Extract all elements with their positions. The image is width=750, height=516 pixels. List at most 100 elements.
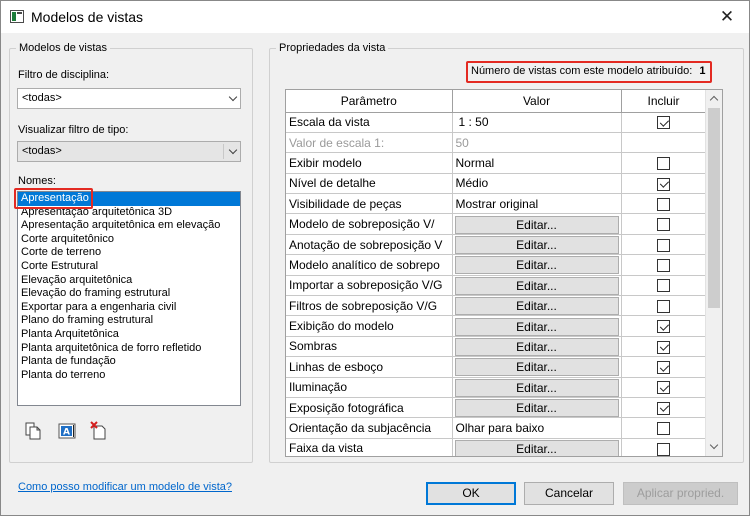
edit-button[interactable]: Editar... [454,378,619,397]
list-item[interactable]: Plano do framing estrutural [18,314,240,328]
view-properties-legend: Propriedades da vista [279,42,386,54]
table-row: Anotação de sobreposição V Editar... [286,233,707,256]
delete-button[interactable] [89,421,109,441]
include-checkbox[interactable] [657,320,670,334]
properties-table: Parâmetro Valor Incluir Escala da vista 1… [286,90,707,456]
edit-button[interactable]: Editar... [454,317,619,336]
list-item[interactable]: Planta do terreno [18,369,240,383]
list-item[interactable]: Elevação arquitetônica [18,274,240,288]
include-cell [620,396,707,419]
vertical-scrollbar[interactable] [705,90,722,456]
properties-grid: Parâmetro Valor Incluir Escala da vista 1… [285,89,723,457]
include-checkbox[interactable] [657,401,670,415]
table-row: Filtros de sobreposição V/G Editar... [286,295,707,317]
list-item[interactable]: Elevação do framing estrutural [18,287,240,301]
include-checkbox[interactable] [657,299,670,313]
edit-button[interactable]: Editar... [454,399,619,417]
list-item[interactable]: Corte arquitetônico [18,233,240,247]
table-row: Modelo analítico de sobrepo Editar... [286,254,707,276]
scroll-down-icon[interactable] [706,439,722,455]
names-listbox[interactable]: Apresentação Apresentação arquitetônica 3… [17,191,241,406]
parameter-name: Filtros de sobreposição V/G [286,295,453,317]
value-cell: Editar... [451,254,622,276]
assigned-views-label: Número de vistas com este modelo atribuí… [471,65,693,77]
include-checkbox[interactable] [657,157,670,171]
include-cell [620,213,707,235]
window-title: Modelos de vistas [31,9,144,25]
column-header-include[interactable]: Incluir [620,90,707,113]
discipline-filter-value: <todas> [22,92,62,104]
list-item[interactable]: Apresentação [18,192,240,206]
help-link[interactable]: Como posso modificar um modelo de vista? [18,481,232,493]
list-item[interactable]: Planta Arquitetônica [18,328,240,342]
value-cell[interactable]: Mostrar original [451,193,622,215]
edit-button[interactable]: Editar... [454,276,619,295]
list-item[interactable]: Apresentação arquitetônica em elevação [18,219,240,233]
type-filter-value: <todas> [22,145,62,157]
include-checkbox[interactable] [657,197,670,211]
value-cell[interactable]: 1 : 50 [451,111,622,133]
include-checkbox[interactable] [657,218,670,232]
list-item[interactable]: Planta de fundação [18,355,240,369]
value-cell: Editar... [451,315,622,337]
include-checkbox[interactable] [657,422,670,436]
include-cell [620,193,707,215]
names-label: Nomes: [18,175,56,187]
parameter-name: Faixa da vista [286,437,453,456]
apply-properties-button[interactable]: Aplicar propried. [623,482,738,505]
include-cell [620,295,707,317]
parameter-name: Orientação da subjacência [286,417,453,439]
include-checkbox[interactable] [657,340,670,354]
edit-button[interactable]: Editar... [454,236,619,254]
include-checkbox[interactable] [657,279,670,293]
value-cell: Editar... [451,335,622,358]
edit-button[interactable]: Editar... [454,256,619,275]
value-text: 50 [455,135,469,150]
scroll-up-icon[interactable] [706,91,722,107]
close-button[interactable]: ✕ [711,4,743,30]
edit-button[interactable]: Editar... [454,358,619,377]
include-checkbox[interactable] [657,177,670,191]
value-cell[interactable]: Olhar para baixo [451,417,622,439]
ok-button[interactable]: OK [426,482,516,505]
table-row: Valor de escala 1: 50 [286,131,707,154]
value-cell[interactable]: Normal [451,152,622,174]
include-checkbox[interactable] [657,259,670,273]
table-row: Exibir modelo Normal [286,152,707,174]
include-checkbox[interactable] [657,116,670,130]
include-cell [620,111,707,133]
list-item[interactable]: Exportar para a engenharia civil [18,301,240,315]
chevron-down-icon [229,95,237,103]
duplicate-button[interactable] [23,421,43,441]
value-cell: Editar... [451,274,622,297]
list-item[interactable]: Corte de terreno [18,246,240,260]
list-item[interactable]: Planta arquitetônica de forro refletido [18,342,240,356]
edit-button[interactable]: Editar... [454,439,619,456]
list-item[interactable]: Corte Estrutural [18,260,240,274]
edit-button[interactable]: Editar... [454,297,619,315]
value-text: Médio [455,176,489,191]
include-checkbox[interactable] [657,238,670,252]
discipline-filter-dropdown[interactable]: <todas> [17,88,241,109]
include-checkbox[interactable] [657,442,670,456]
value-cell: Editar... [451,376,622,398]
parameter-name: Visibilidade de peças [286,193,453,215]
rename-button[interactable]: A [57,421,77,441]
type-filter-dropdown[interactable]: <todas> [17,141,241,162]
cancel-button[interactable]: Cancelar [524,482,614,505]
parameter-name: Escala da vista [286,111,453,133]
value-cell: Editar... [451,233,622,256]
edit-button[interactable]: Editar... [454,215,619,234]
column-header-parameter[interactable]: Parâmetro [286,90,453,113]
column-header-value[interactable]: Valor [451,90,622,113]
include-cell [620,417,707,439]
parameter-name: Exibição do modelo [286,315,453,337]
include-checkbox[interactable] [657,361,670,375]
value-cell: Editar... [451,396,622,419]
list-item[interactable]: Apresentação arquitetônica 3D [18,206,240,220]
edit-button[interactable]: Editar... [454,337,619,356]
value-cell[interactable]: Médio [451,172,622,195]
parameter-name: Importar a sobreposição V/G [286,274,453,297]
include-checkbox[interactable] [657,381,670,395]
scroll-thumb[interactable] [708,108,720,308]
